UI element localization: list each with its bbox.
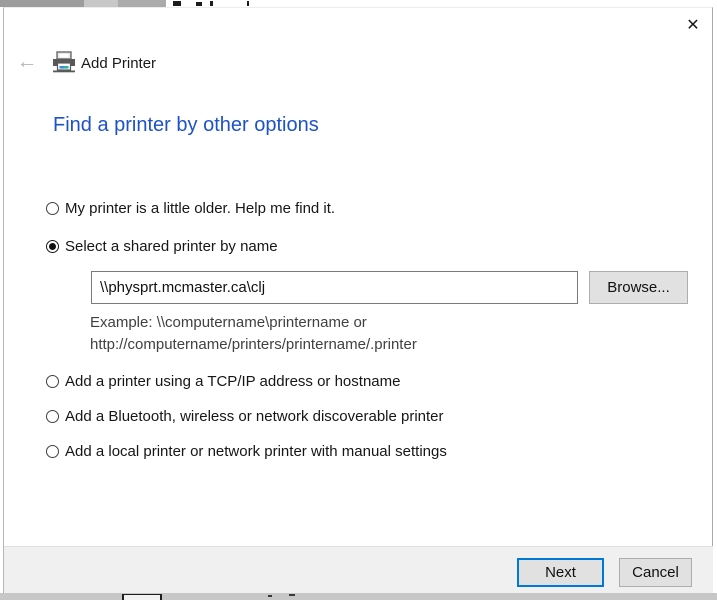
browse-button[interactable]: Browse... bbox=[589, 271, 688, 304]
radio-option-label[interactable]: Select a shared printer by name bbox=[65, 238, 278, 255]
radio-option-older-printer[interactable]: My printer is a little older. Help me fi… bbox=[46, 200, 335, 217]
cancel-button[interactable]: Cancel bbox=[619, 558, 692, 587]
dialog-title: Add Printer bbox=[81, 55, 157, 72]
shared-printer-name-input[interactable] bbox=[91, 271, 578, 304]
example-text-line1: Example: \\computername\printername or bbox=[90, 314, 367, 331]
add-printer-dialog: ✕ ← Add Printer Find a printer by other … bbox=[3, 7, 713, 593]
radio-unselected-icon[interactable] bbox=[46, 202, 59, 215]
printer-icon bbox=[53, 51, 75, 73]
next-button-label: Next bbox=[545, 564, 576, 581]
close-button[interactable]: ✕ bbox=[680, 12, 706, 38]
radio-unselected-icon[interactable] bbox=[46, 410, 59, 423]
radio-option-label[interactable]: Add a printer using a TCP/IP address or … bbox=[65, 373, 400, 390]
radio-unselected-icon[interactable] bbox=[46, 445, 59, 458]
clipped-text-fragment bbox=[247, 1, 249, 6]
clipped-text-fragment bbox=[268, 595, 272, 597]
background-window-top-sliver bbox=[0, 0, 717, 7]
clipped-text-fragment bbox=[196, 2, 202, 6]
radio-option-local-manual[interactable]: Add a local printer or network printer w… bbox=[46, 443, 447, 460]
next-button[interactable]: Next bbox=[517, 558, 604, 587]
cancel-button-label: Cancel bbox=[632, 564, 679, 581]
back-button[interactable]: ← bbox=[14, 50, 40, 74]
example-text-line2: http://computername/printers/printername… bbox=[90, 336, 417, 353]
background-toolbar-segment bbox=[0, 0, 84, 7]
background-window-bottom-sliver bbox=[0, 593, 717, 600]
radio-option-shared-printer[interactable]: Select a shared printer by name bbox=[46, 238, 278, 255]
browse-button-label: Browse... bbox=[607, 279, 670, 296]
dialog-footer: Next Cancel bbox=[4, 546, 713, 593]
radio-option-label[interactable]: My printer is a little older. Help me fi… bbox=[65, 200, 335, 217]
radio-option-label[interactable]: Add a local printer or network printer w… bbox=[65, 443, 447, 460]
radio-option-tcpip[interactable]: Add a printer using a TCP/IP address or … bbox=[46, 373, 400, 390]
page-title: Find a printer by other options bbox=[53, 114, 319, 136]
background-toolbar-segment bbox=[84, 0, 118, 7]
back-arrow-icon: ← bbox=[16, 50, 38, 73]
radio-option-bluetooth[interactable]: Add a Bluetooth, wireless or network dis… bbox=[46, 408, 444, 425]
background-toolbar-segment bbox=[118, 0, 166, 7]
radio-selected-icon[interactable] bbox=[46, 240, 59, 253]
background-button-fragment bbox=[122, 594, 162, 600]
clipped-text-fragment bbox=[289, 594, 295, 596]
close-icon: ✕ bbox=[686, 17, 700, 34]
clipped-text-fragment bbox=[173, 1, 181, 6]
radio-unselected-icon[interactable] bbox=[46, 375, 59, 388]
clipped-text-fragment bbox=[210, 1, 213, 6]
radio-option-label[interactable]: Add a Bluetooth, wireless or network dis… bbox=[65, 408, 444, 425]
